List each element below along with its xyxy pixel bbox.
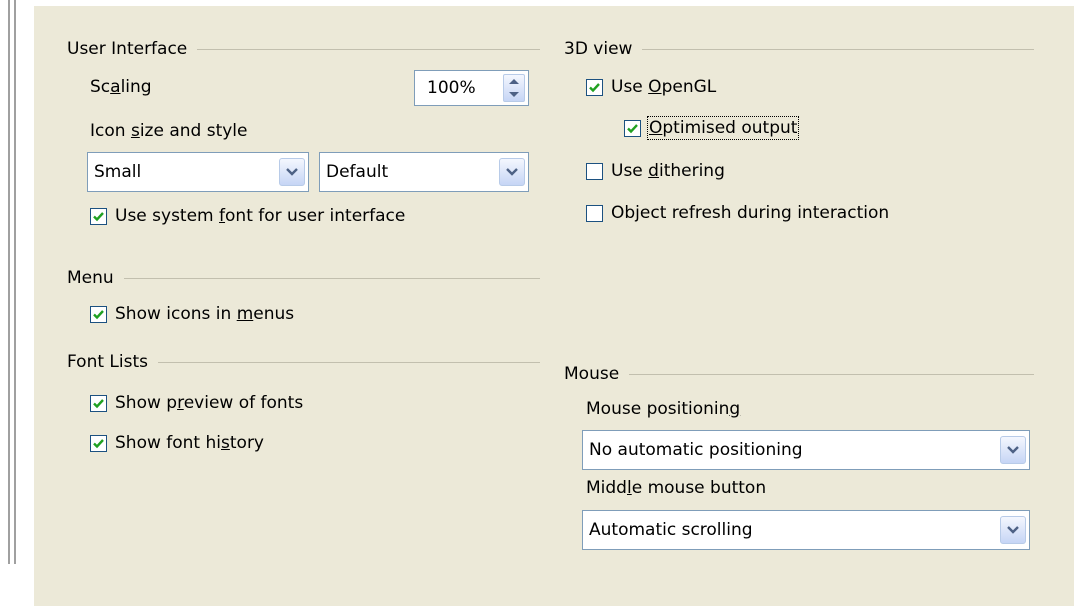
font-lists-header: Font Lists [67,352,540,372]
show-font-history-checkbox[interactable]: Show font history [90,433,264,453]
spin-arrows-icon[interactable] [503,74,525,102]
check-icon[interactable] [90,394,107,412]
chevron-down-icon[interactable] [499,158,525,186]
optimised-output-label: Optimised output [646,116,800,140]
menu-title: Menu [67,268,114,288]
section-divider [642,48,1034,50]
use-system-font-label: Use system font for user interface [115,206,406,226]
section-divider [629,373,1034,375]
use-system-font-checkbox[interactable]: Use system font for user interface [90,206,405,226]
show-preview-of-fonts-label: Show preview of fonts [115,393,304,413]
use-dithering-checkbox[interactable]: Use dithering [586,161,725,181]
scaling-value: 100% [427,78,476,98]
use-opengl-checkbox[interactable]: Use OpenGL [586,77,716,97]
view3d-title: 3D view [564,39,633,59]
mouse-positioning-dropdown[interactable]: No automatic positioning [582,430,1030,470]
window-left-edge [8,0,10,564]
scaling-label: Scaling [90,77,152,97]
section-divider [158,361,540,363]
font-lists-title: Font Lists [67,352,148,372]
checkbox-box[interactable] [586,162,603,180]
mouse-positioning-label: Mouse positioning [586,399,741,419]
icon-size-dropdown[interactable]: Small [87,152,309,192]
menu-header: Menu [67,268,540,288]
middle-mouse-button-dropdown[interactable]: Automatic scrolling [582,510,1030,550]
scaling-spinbox[interactable]: 100% [414,70,529,106]
icon-style-dropdown[interactable]: Default [319,152,529,192]
section-divider [197,48,540,50]
section-divider [123,277,540,279]
middle-mouse-button-label: Middle mouse button [586,478,767,498]
check-icon[interactable] [90,305,107,323]
icon-style-value: Default [326,162,389,182]
icon-size-value: Small [94,162,142,182]
show-preview-of-fonts-checkbox[interactable]: Show preview of fonts [90,393,303,413]
middle-mouse-button-value: Automatic scrolling [589,520,753,540]
chevron-down-icon[interactable] [1000,436,1026,464]
window-left-edge-inner [14,0,16,564]
mouse-positioning-value: No automatic positioning [589,440,803,460]
mouse-title: Mouse [564,364,620,384]
use-dithering-label: Use dithering [611,161,725,181]
show-icons-in-menus-checkbox[interactable]: Show icons in menus [90,304,294,324]
check-icon[interactable] [624,119,641,137]
options-panel: User Interface Scaling 100% Icon size an… [34,6,1074,606]
use-opengl-label: Use OpenGL [611,77,717,97]
check-icon[interactable] [90,434,107,452]
object-refresh-label: Object refresh during interaction [611,203,890,223]
object-refresh-checkbox[interactable]: Object refresh during interaction [586,203,889,223]
optimised-output-checkbox[interactable]: Optimised output [624,116,800,140]
show-font-history-label: Show font history [115,433,264,453]
icon-size-style-label: Icon size and style [90,121,248,141]
view3d-header: 3D view [564,39,1034,59]
check-icon[interactable] [90,207,107,225]
user-interface-title: User Interface [67,39,188,59]
mouse-header: Mouse [564,364,1034,384]
user-interface-header: User Interface [67,39,540,59]
chevron-down-icon[interactable] [1000,516,1026,544]
checkbox-box[interactable] [586,204,603,222]
check-icon[interactable] [586,78,603,96]
show-icons-in-menus-label: Show icons in menus [115,304,295,324]
chevron-down-icon[interactable] [279,158,305,186]
